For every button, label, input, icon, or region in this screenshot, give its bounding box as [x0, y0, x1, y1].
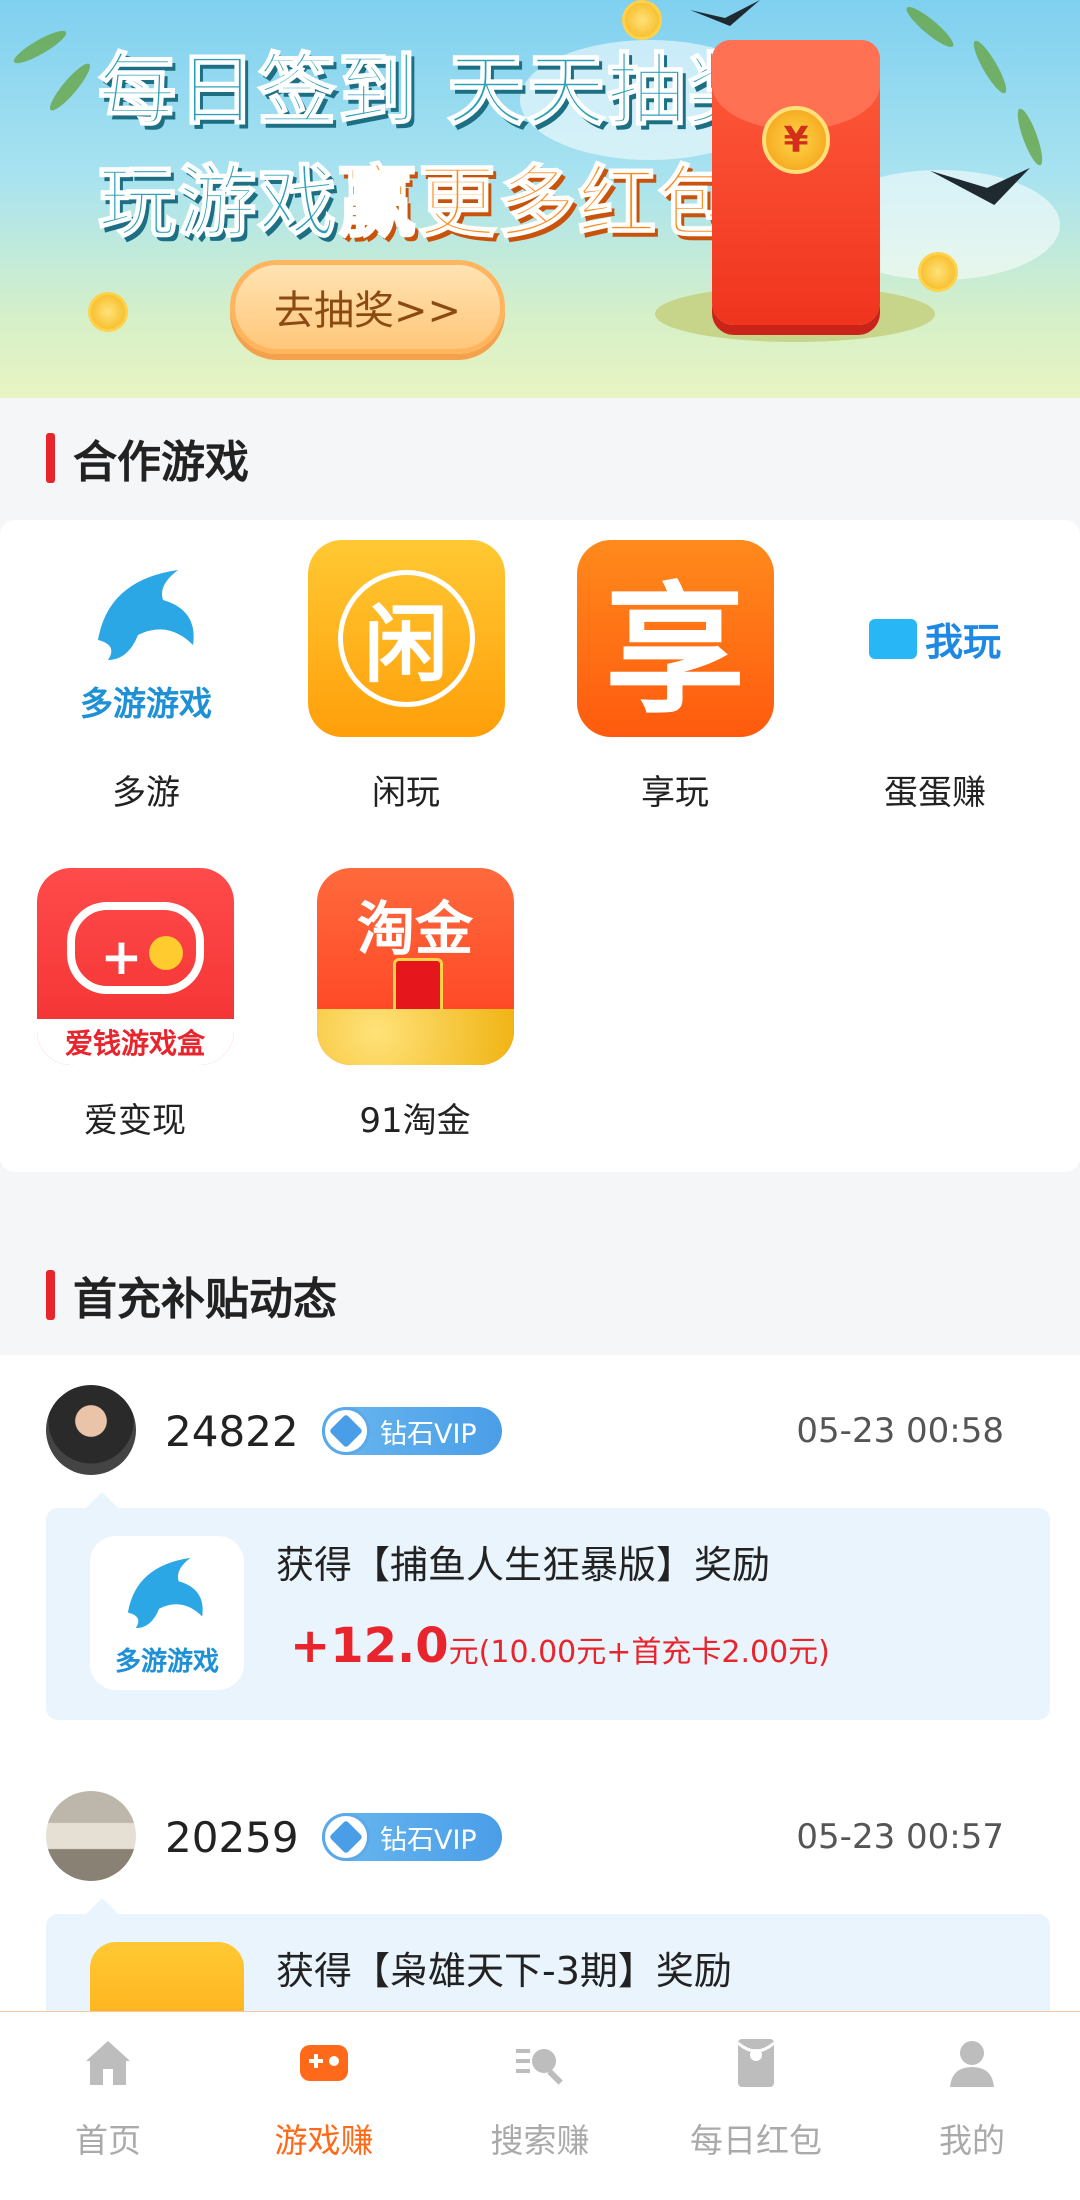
banner-title-line2: 玩游戏赢更多红包: [97, 140, 739, 252]
tab-home[interactable]: 首页: [0, 2012, 216, 2200]
diamond-icon: [322, 1813, 370, 1861]
partner-games-grid: 多游游戏 多游 闲 闲玩 享 享玩 我玩 蛋蛋赚 + 爱钱游戏盒 爱变现 淘金 …: [0, 520, 1080, 1172]
vip-label: 钻石VIP: [380, 1418, 477, 1450]
aibianxian-gamepad-icon: + 爱钱游戏盒: [36, 868, 234, 1065]
xiangwan-icon: 享: [576, 540, 774, 737]
page: 每日签到 天天抽奖 玩游戏赢更多红包 去抽奖>> ¥ 合作游戏 多游游戏 多游 …: [0, 0, 1080, 2200]
icon-glyph: 享: [604, 569, 745, 733]
reward-text: 获得【捕鱼人生狂暴版】奖励: [276, 1543, 771, 1587]
game-label: 爱变现: [84, 1101, 186, 1141]
tab-search-earn[interactable]: 搜索赚: [432, 2012, 648, 2200]
diamond-icon: [322, 1407, 370, 1455]
dolphin-icon: [127, 1557, 203, 1629]
timestamp: 05-23 00:58: [796, 1411, 1004, 1451]
swallow-bird-icon: [690, 0, 760, 26]
game-item-aibianxian[interactable]: + 爱钱游戏盒 爱变现: [35, 868, 235, 1142]
game-item-xianwan[interactable]: 闲 闲玩: [306, 540, 506, 814]
card-pointer: [86, 1898, 118, 1914]
card-pointer: [86, 1492, 118, 1508]
timestamp: 05-23 00:57: [796, 1817, 1004, 1857]
user-icon: [950, 2041, 994, 2087]
game-label: 享玩: [641, 773, 709, 813]
reward-text: 获得【枭雄天下-3期】奖励: [276, 1949, 732, 1993]
section-marker: [46, 433, 55, 483]
reward-card: 多游游戏 获得【捕鱼人生狂暴版】奖励 +12.0元(10.00元+首充卡2.00…: [46, 1492, 1050, 1720]
wowan-icon: 我玩: [836, 540, 1034, 737]
banner-title-highlight: 赢更多红包: [337, 157, 739, 249]
gold-coins-icon: [316, 1009, 514, 1065]
game-item-xiangwan[interactable]: 享 享玩: [575, 540, 775, 814]
game-item-duoyou[interactable]: 多游游戏 多游: [46, 540, 246, 814]
partner-games-header: 合作游戏: [0, 398, 1080, 518]
icon-logo: 我玩: [837, 540, 1034, 737]
home-icon: [86, 2041, 130, 2085]
tab-game-earn[interactable]: 游戏赚: [216, 2012, 432, 2200]
plus-icon: +: [100, 928, 143, 986]
dolphin-icon: [97, 570, 194, 660]
gold-coin-decoration: [918, 252, 958, 292]
recharge-feed-header: 首充补贴动态: [0, 1235, 1080, 1355]
search-list-icon: [516, 2049, 563, 2085]
reward-amount: +12.0元(10.00元+首充卡2.00元): [290, 1618, 830, 1674]
tab-me[interactable]: 我的: [864, 2012, 1080, 2200]
section-title: 首充补贴动态: [73, 1274, 337, 1325]
user-id: 20259: [165, 1813, 299, 1862]
willow-leaf-decoration: [45, 59, 95, 115]
tab-label: 我的: [939, 2121, 1005, 2160]
section-title: 合作游戏: [73, 437, 249, 488]
amount-value: +12.0: [290, 1618, 449, 1674]
banner-title-part: 玩游戏: [97, 157, 339, 249]
section-marker: [46, 1270, 55, 1320]
willow-leaf-decoration: [1013, 106, 1047, 168]
tab-label: 游戏赚: [274, 2121, 374, 2160]
gold-coin-decoration: [88, 292, 128, 332]
coin-icon: [148, 936, 183, 970]
bottom-tab-bar: 首页 游戏赚 搜索赚 每日红包 我的: [0, 2011, 1080, 2200]
recharge-feed-list: 24822 钻石VIP 05-23 00:58 多游游戏 获得【捕鱼人生狂暴版】…: [0, 1355, 1080, 2126]
vip-badge: 钻石VIP: [322, 1407, 502, 1455]
game-item-dandanzhuan[interactable]: 我玩 蛋蛋赚: [835, 540, 1035, 814]
tab-daily-red-packet[interactable]: 每日红包: [648, 2012, 864, 2200]
game-label: 蛋蛋赚: [884, 773, 986, 813]
yuan-coin-icon: ¥: [762, 106, 830, 174]
game-label: 91淘金: [359, 1101, 471, 1141]
gold-coin-decoration: [622, 0, 662, 40]
w-logo-icon: [868, 618, 917, 659]
willow-leaf-decoration: [10, 25, 70, 69]
user-id: 24822: [165, 1407, 299, 1456]
icon-caption: 多游游戏: [114, 1647, 219, 1677]
avatar: [46, 1385, 136, 1475]
taojin-icon: 淘金: [316, 868, 514, 1065]
tab-label: 搜索赚: [490, 2121, 590, 2160]
icon-caption: 淘金: [356, 895, 473, 963]
gamepad-icon: [300, 2045, 348, 2081]
tab-label: 每日红包: [690, 2121, 822, 2160]
draw-lottery-button[interactable]: 去抽奖>>: [230, 260, 505, 354]
game-item-91taojin[interactable]: 淘金 91淘金: [315, 868, 515, 1142]
willow-leaf-decoration: [968, 37, 1012, 97]
amount-detail: 元(10.00元+首充卡2.00元): [448, 1635, 830, 1670]
willow-leaf-decoration: [902, 2, 958, 52]
vip-label: 钻石VIP: [380, 1824, 477, 1856]
icon-caption: 爱钱游戏盒: [36, 1019, 234, 1065]
game-label: 闲玩: [372, 773, 440, 813]
tab-label: 首页: [75, 2121, 141, 2160]
icon-caption: 多游游戏: [80, 684, 212, 723]
avatar: [46, 1791, 136, 1881]
vip-badge: 钻石VIP: [322, 1813, 502, 1861]
red-packet-illustration: ¥: [712, 40, 880, 325]
banner-title-line1: 每日签到 天天抽奖: [97, 45, 768, 137]
swallow-bird-icon: [930, 167, 1030, 205]
xianwan-icon: 闲: [307, 540, 505, 737]
duoyou-dolphin-icon: 多游游戏: [47, 540, 245, 737]
game-label: 多游: [112, 773, 180, 813]
icon-caption: 我玩: [924, 620, 1001, 664]
icon-glyph: 闲: [337, 570, 475, 707]
duoyou-dolphin-icon: 多游游戏: [90, 1536, 244, 1690]
promo-banner[interactable]: 每日签到 天天抽奖 玩游戏赢更多红包 去抽奖>> ¥: [0, 0, 1080, 398]
red-packet-icon: [737, 2039, 775, 2087]
